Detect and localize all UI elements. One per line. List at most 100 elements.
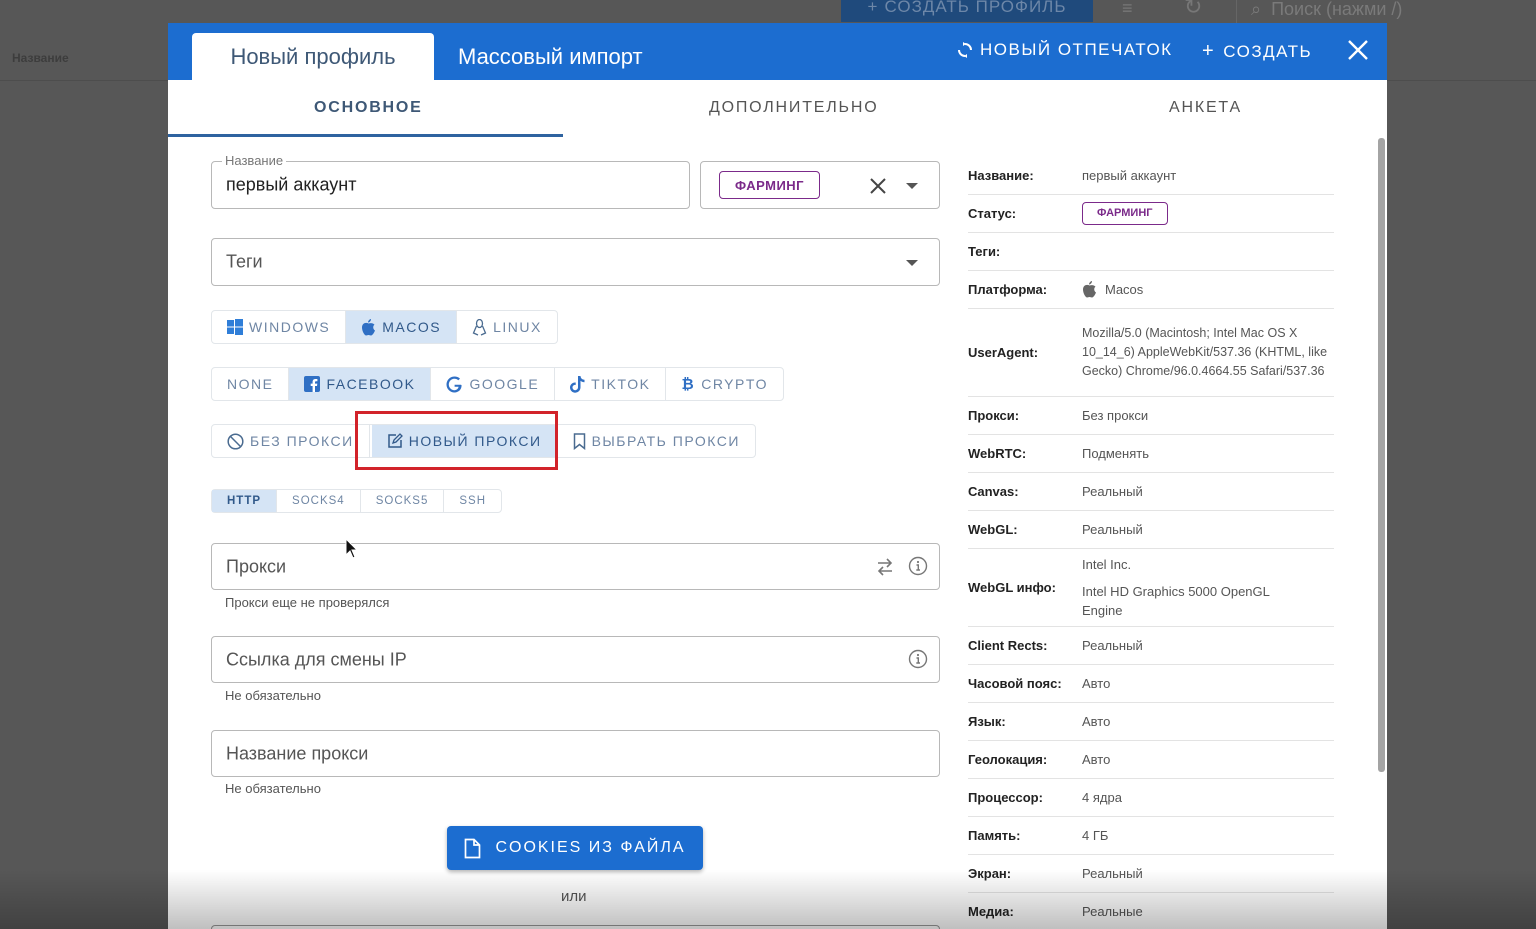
tags-select[interactable]: Теги	[211, 238, 940, 286]
os-selector: WINDOWS MACOS LINUX	[211, 310, 558, 344]
summary-key: Client Rects:	[968, 638, 1048, 653]
chevron-down-icon[interactable]	[906, 183, 918, 189]
ip-change-helper-text: Не обязательно	[225, 688, 321, 703]
summary-row: UserAgent: Mozilla/5.0 (Macintosh; Intel …	[968, 309, 1334, 397]
summary-value: Авто	[1082, 714, 1111, 729]
apple-icon	[1083, 281, 1096, 298]
linux-icon	[472, 318, 487, 336]
summary-row: WebGL: Реальный	[968, 511, 1334, 549]
create-button[interactable]: + СОЗДАТЬ	[1202, 40, 1312, 63]
tags-placeholder: Теги	[226, 251, 263, 272]
proxy-type-ssh[interactable]: SSH	[444, 490, 501, 512]
os-option-linux[interactable]: LINUX	[457, 311, 557, 343]
summary-value: Intel Inc. Intel HD Graphics 5000 OpenGL …	[1082, 555, 1282, 620]
summary-value: ФАРМИНГ	[1082, 202, 1168, 225]
swap-icon[interactable]	[876, 557, 894, 577]
name-field-value: первый аккаунт	[226, 174, 357, 195]
summary-row: WebRTC: Подменять	[968, 435, 1334, 473]
chevron-down-icon[interactable]	[906, 260, 918, 266]
proxy-name-input[interactable]: Название прокси	[211, 730, 940, 777]
bg-create-profile-label: СОЗДАТЬ ПРОФИЛЬ	[884, 0, 1067, 16]
tab-new-profile[interactable]: Новый профиль	[192, 33, 434, 80]
scrollbar[interactable]	[1378, 138, 1385, 772]
summary-key: Язык:	[968, 714, 1006, 729]
google-icon	[446, 376, 463, 392]
new-fingerprint-button[interactable]: НОВЫЙ ОТПЕЧАТОК	[958, 40, 1173, 60]
search-icon: ⌕	[1251, 0, 1262, 19]
subtabs: ОСНОВНОЕ ДОПОЛНИТЕЛЬНО АНКЕТА	[168, 80, 1387, 138]
webgl-renderer: Intel HD Graphics 5000 OpenGL Engine	[1082, 584, 1270, 618]
bg-create-profile-button: + СОЗДАТЬ ПРОФИЛЬ	[841, 0, 1093, 22]
summary-key: Название:	[968, 168, 1034, 183]
windows-icon	[227, 319, 243, 335]
subtab-questionnaire[interactable]: АНКЕТА	[1169, 99, 1242, 117]
summary-value: Mozilla/5.0 (Macintosh; Intel Mac OS X 1…	[1082, 326, 1328, 378]
summary-key: Экран:	[968, 866, 1012, 881]
tab-bulk-import[interactable]: Массовый импорт	[458, 33, 643, 80]
summary-row: Память: 4 ГБ	[968, 817, 1334, 855]
file-icon	[465, 838, 481, 858]
platform-option-label: TIKTOK	[591, 376, 651, 392]
summary-value: Авто	[1082, 752, 1111, 767]
proxy-mode-label: ВЫБРАТЬ ПРОКСИ	[591, 433, 740, 449]
os-option-windows[interactable]: WINDOWS	[212, 311, 347, 343]
os-option-macos[interactable]: MACOS	[346, 311, 458, 343]
info-icon[interactable]	[908, 556, 928, 576]
platform-selector: NONE FACEBOOK GOOGLE TIKTOK ₿ CRYPTO	[211, 367, 785, 401]
info-icon[interactable]	[908, 649, 928, 669]
proxy-name-placeholder: Название прокси	[226, 743, 369, 763]
summary-key: Прокси:	[968, 408, 1020, 423]
summary-row: Геолокация: Авто	[968, 741, 1334, 779]
clear-icon[interactable]	[869, 177, 887, 195]
summary-row: Язык: Авто	[968, 703, 1334, 741]
summary-row: Прокси: Без прокси	[968, 397, 1334, 435]
summary-row: Client Rects: Реальный	[968, 627, 1334, 665]
summary-row: Теги:	[968, 233, 1334, 271]
status-chip: ФАРМИНГ	[719, 171, 820, 199]
subtab-basic[interactable]: ОСНОВНОЕ	[314, 99, 423, 117]
proxy-mode-label: БЕЗ ПРОКСИ	[250, 433, 354, 449]
tiktok-icon	[570, 375, 585, 393]
proxy-mode-select[interactable]: ВЫБРАТЬ ПРОКСИ	[558, 425, 755, 457]
summary-key: WebGL инфо:	[968, 580, 1056, 595]
name-field-label: Название	[222, 153, 287, 168]
status-select[interactable]: ФАРМИНГ	[700, 161, 940, 209]
platform-value: Macos	[1105, 282, 1144, 297]
proxy-name-helper-text: Не обязательно	[225, 781, 321, 796]
summary-row: Название: первый аккаунт	[968, 157, 1334, 195]
ip-change-placeholder: Ссылка для смены IP	[226, 649, 407, 669]
summary-key: Медиа:	[968, 904, 1014, 919]
cookies-from-file-button[interactable]: COOKIES ИЗ ФАЙЛА	[447, 826, 703, 870]
summary-value: Подменять	[1082, 446, 1149, 461]
refresh-icon: ↻	[1184, 0, 1203, 19]
proxy-type-socks4[interactable]: SOCKS4	[277, 490, 361, 512]
summary-row: Часовой пояс: Авто	[968, 665, 1334, 703]
name-field[interactable]: Название первый аккаунт	[211, 153, 690, 209]
cookies-button-label: COOKIES ИЗ ФАЙЛА	[495, 839, 686, 856]
summary-row: Процессор: 4 ядра	[968, 779, 1334, 817]
proxy-helper-text: Прокси еще не проверялся	[225, 595, 390, 610]
modal-header: Новый профиль Массовый импорт НОВЫЙ ОТПЕ…	[168, 23, 1387, 80]
platform-option-google[interactable]: GOOGLE	[431, 368, 556, 400]
summary-value: Без прокси	[1082, 408, 1149, 423]
os-option-label: WINDOWS	[249, 319, 331, 335]
platform-option-none[interactable]: NONE	[212, 368, 290, 400]
summary-value: 4 ядра	[1082, 790, 1122, 805]
summary-row: WebGL инфо: Intel Inc. Intel HD Graphics 5…	[968, 549, 1334, 627]
summary-key: Статус:	[968, 206, 1017, 221]
proxy-type-socks5[interactable]: SOCKS5	[361, 490, 445, 512]
platform-option-crypto[interactable]: ₿ CRYPTO	[666, 368, 783, 400]
summary-row: Статус: ФАРМИНГ	[968, 195, 1334, 233]
proxy-mode-none[interactable]: БЕЗ ПРОКСИ	[212, 425, 370, 457]
summary-key: WebGL:	[968, 522, 1018, 537]
subtab-advanced[interactable]: ДОПОЛНИТЕЛЬНО	[709, 99, 878, 117]
proxy-type-http[interactable]: HTTP	[212, 490, 278, 512]
ip-change-url-input[interactable]: Ссылка для смены IP	[211, 636, 940, 683]
platform-option-tiktok[interactable]: TIKTOK	[555, 368, 667, 400]
summary-key: Память:	[968, 828, 1021, 843]
platform-option-label: FACEBOOK	[326, 376, 416, 392]
summary-key: Часовой пояс:	[968, 676, 1062, 691]
proxy-input[interactable]: Прокси	[211, 543, 940, 590]
platform-option-facebook[interactable]: FACEBOOK	[289, 368, 432, 400]
close-icon[interactable]	[1346, 38, 1370, 62]
